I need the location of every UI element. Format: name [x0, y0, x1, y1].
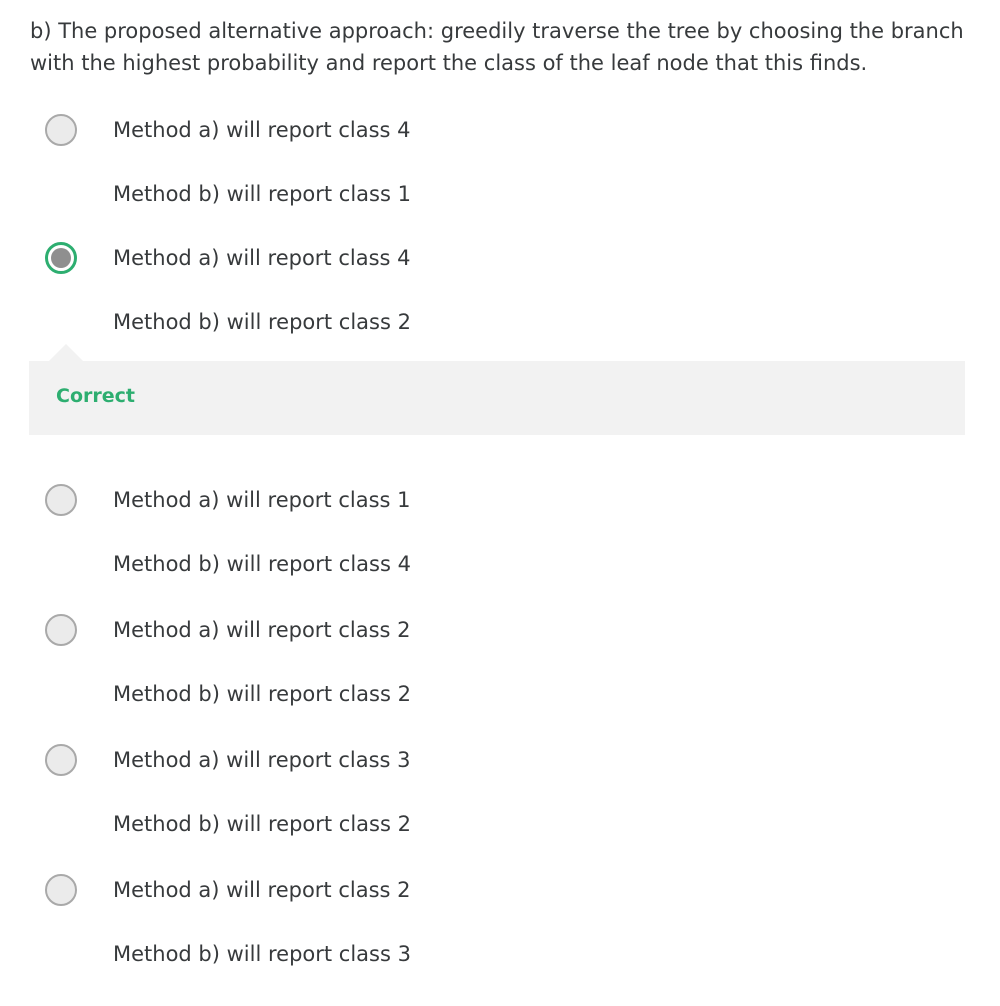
radio-button[interactable]: [45, 614, 77, 646]
option-line-1: Method a) will report class 4: [113, 246, 411, 270]
feedback-panel: Correct: [29, 344, 965, 435]
answer-option[interactable]: Method a) will report class 4 Method b) …: [0, 114, 1000, 246]
option-line-2: Method b) will report class 4: [113, 552, 411, 576]
option-line-2: Method b) will report class 3: [113, 942, 411, 966]
answer-option[interactable]: Method a) will report class 3 Method b) …: [0, 744, 1000, 876]
option-line-1: Method a) will report class 1: [113, 488, 411, 512]
option-line-2: Method b) will report class 2: [113, 682, 411, 706]
answer-option[interactable]: Method a) will report class 2 Method b) …: [0, 874, 1000, 1006]
answer-option-selected[interactable]: Method a) will report class 4 Method b) …: [0, 242, 1000, 374]
answer-option[interactable]: Method a) will report class 1 Method b) …: [0, 484, 1000, 616]
question-text: b) The proposed alternative approach: gr…: [30, 19, 964, 75]
radio-button[interactable]: [45, 874, 77, 906]
option-line-2: Method b) will report class 1: [113, 182, 411, 206]
radio-button[interactable]: [45, 114, 77, 146]
option-line-1: Method a) will report class 2: [113, 878, 411, 902]
radio-dot-icon: [51, 248, 71, 268]
option-line-1: Method a) will report class 4: [113, 118, 411, 142]
radio-button[interactable]: [45, 484, 77, 516]
answer-option[interactable]: Method a) will report class 2 Method b) …: [0, 614, 1000, 746]
option-line-1: Method a) will report class 2: [113, 618, 411, 642]
radio-button[interactable]: [45, 744, 77, 776]
feedback-pointer: [49, 344, 83, 361]
option-line-2: Method b) will report class 2: [113, 812, 411, 836]
radio-button-selected[interactable]: [45, 242, 77, 274]
option-line-1: Method a) will report class 3: [113, 748, 411, 772]
option-line-2: Method b) will report class 2: [113, 310, 411, 334]
feedback-status: Correct: [56, 385, 135, 407]
